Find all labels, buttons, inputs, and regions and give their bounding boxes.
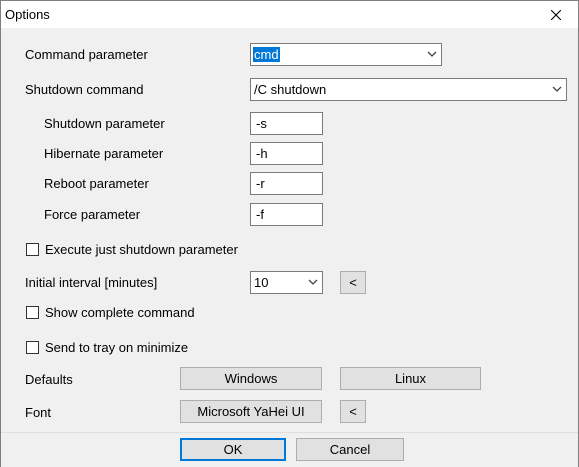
initial-interval-combo[interactable]: 10 — [250, 271, 323, 294]
font-decrease-button[interactable]: < — [340, 400, 366, 423]
linux-defaults-button[interactable]: Linux — [340, 367, 481, 390]
force-parameter-label: Force parameter — [44, 207, 141, 222]
execute-shutdown-only-label[interactable]: Execute just shutdown parameter — [45, 242, 238, 257]
shutdown-parameter-input[interactable]: -s — [250, 112, 323, 135]
options-panel: Command parameter cmd Shutdown command /… — [1, 28, 578, 432]
reboot-parameter-value: -r — [256, 176, 265, 191]
execute-shutdown-only-checkbox[interactable] — [26, 243, 39, 256]
shutdown-command-combo[interactable]: /C shutdown — [250, 78, 567, 101]
defaults-label: Defaults — [25, 372, 73, 387]
reboot-parameter-input[interactable]: -r — [250, 172, 323, 195]
font-select-button[interactable]: Microsoft YaHei UI — [180, 400, 322, 423]
initial-interval-label: Initial interval [minutes] — [25, 275, 158, 290]
force-parameter-value: -f — [256, 207, 264, 222]
hibernate-parameter-input[interactable]: -h — [250, 142, 323, 165]
show-complete-command-checkbox[interactable] — [26, 306, 39, 319]
hibernate-parameter-value: -h — [256, 146, 268, 161]
send-to-tray-label[interactable]: Send to tray on minimize — [45, 340, 188, 355]
reboot-parameter-label: Reboot parameter — [44, 176, 149, 191]
shutdown-command-value: /C shutdown — [254, 82, 327, 97]
close-button[interactable] — [534, 1, 578, 28]
options-dialog: Options Command parameter cmd Shutdown c… — [0, 0, 579, 467]
shutdown-parameter-value: -s — [256, 116, 267, 131]
chevron-down-icon — [552, 86, 562, 92]
shutdown-command-label: Shutdown command — [25, 82, 144, 97]
title-bar: Options — [1, 1, 578, 28]
initial-interval-value: 10 — [254, 275, 269, 290]
dialog-footer: OK Cancel — [1, 432, 578, 467]
show-complete-command-label[interactable]: Show complete command — [45, 305, 195, 320]
ok-button[interactable]: OK — [180, 438, 286, 461]
shutdown-parameter-label: Shutdown parameter — [44, 116, 165, 131]
command-parameter-combo[interactable]: cmd — [250, 43, 442, 66]
close-icon — [551, 9, 561, 20]
hibernate-parameter-label: Hibernate parameter — [44, 146, 164, 161]
force-parameter-input[interactable]: -f — [250, 203, 323, 226]
chevron-down-icon — [308, 279, 318, 285]
command-parameter-label: Command parameter — [25, 47, 148, 62]
window-title: Options — [5, 7, 50, 22]
cancel-button[interactable]: Cancel — [296, 438, 404, 461]
send-to-tray-checkbox[interactable] — [26, 341, 39, 354]
font-label: Font — [25, 405, 52, 420]
interval-decrease-button[interactable]: < — [340, 271, 366, 294]
chevron-down-icon — [427, 51, 437, 57]
command-parameter-value: cmd — [253, 47, 280, 62]
windows-defaults-button[interactable]: Windows — [180, 367, 322, 390]
